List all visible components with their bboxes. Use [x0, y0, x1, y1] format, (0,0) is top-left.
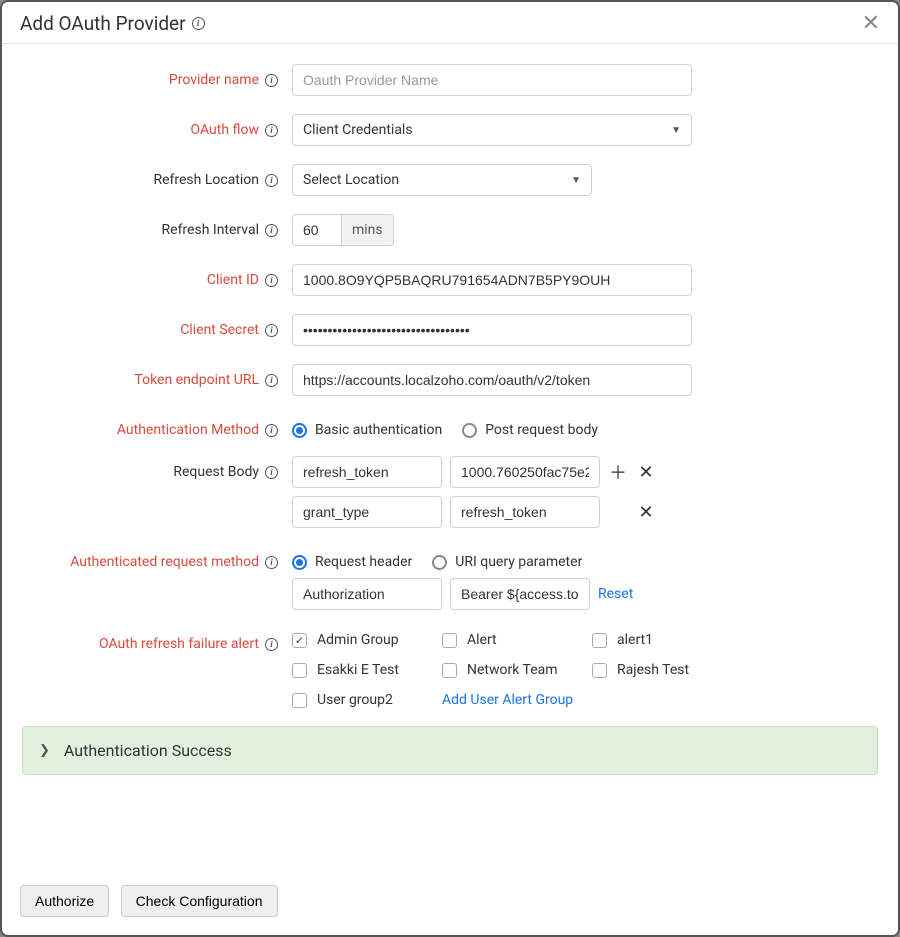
alert-group-label: Esakki E Test	[317, 662, 399, 678]
alert-group-label: Network Team	[467, 662, 558, 678]
alert-group-label: Admin Group	[317, 632, 399, 648]
authentication-success-accordion[interactable]: ❯ Authentication Success	[22, 726, 878, 775]
alert-group-checkbox[interactable]: Network Team	[442, 662, 592, 678]
label-token-endpoint: Token endpoint URL	[134, 372, 259, 388]
alert-group-checkbox[interactable]: Admin Group	[292, 632, 442, 648]
checkbox-icon	[292, 663, 307, 678]
alert-group-checkbox[interactable]: Alert	[442, 632, 592, 648]
checkbox-checked-icon	[292, 633, 307, 648]
accordion-title: Authentication Success	[64, 741, 232, 760]
info-icon[interactable]: i	[265, 274, 278, 287]
provider-name-input[interactable]	[292, 64, 692, 96]
request-body-row: ＋ ✕	[292, 496, 878, 528]
alert-group-checkbox[interactable]: Esakki E Test	[292, 662, 442, 678]
auth-header-key-input[interactable]	[292, 578, 442, 610]
client-id-input[interactable]	[292, 264, 692, 296]
reset-link[interactable]: Reset	[598, 586, 633, 602]
chevron-down-icon: ▼	[671, 125, 681, 136]
alert-group-grid: Admin Group Alert alert1 Esakki E Test	[292, 628, 878, 708]
request-body-value-input[interactable]	[450, 456, 600, 488]
checkbox-icon	[442, 633, 457, 648]
checkbox-icon	[592, 633, 607, 648]
auth-request-query-radio[interactable]: URI query parameter	[432, 554, 582, 570]
info-icon[interactable]: i	[265, 74, 278, 87]
add-user-alert-group-link[interactable]: Add User Alert Group	[442, 692, 573, 708]
auth-request-header-radio[interactable]: Request header	[292, 554, 412, 570]
label-auth-method: Authentication Method	[117, 422, 259, 438]
alert-group-checkbox[interactable]: Rajesh Test	[592, 662, 742, 678]
radio-icon	[462, 423, 477, 438]
info-icon[interactable]: i	[265, 124, 278, 137]
auth-method-post-radio[interactable]: Post request body	[462, 422, 598, 438]
oauth-flow-select[interactable]: Client Credentials ▼	[292, 114, 692, 146]
label-client-id: Client ID	[207, 272, 259, 288]
modal-footer: Authorize Check Configuration	[2, 873, 898, 935]
oauth-flow-value: Client Credentials	[303, 122, 413, 138]
modal-title: Add OAuth Provider i	[20, 12, 205, 35]
alert-group-label: Rajesh Test	[617, 662, 689, 678]
request-body-key-input[interactable]	[292, 456, 442, 488]
request-body-value-input[interactable]	[450, 496, 600, 528]
info-icon[interactable]: i	[265, 224, 278, 237]
label-auth-request-method: Authenticated request method	[70, 554, 259, 570]
auth-method-post-label: Post request body	[485, 422, 598, 438]
info-icon[interactable]: i	[192, 17, 205, 30]
auth-method-basic-label: Basic authentication	[315, 422, 442, 438]
info-icon[interactable]: i	[265, 324, 278, 337]
refresh-location-value: Select Location	[303, 172, 399, 188]
info-icon[interactable]: i	[265, 638, 278, 651]
info-icon[interactable]: i	[265, 556, 278, 569]
request-body-row: ＋ ✕	[292, 456, 878, 488]
info-icon[interactable]: i	[265, 424, 278, 437]
label-refresh-failure-alert: OAuth refresh failure alert	[99, 636, 259, 652]
auth-request-header-label: Request header	[315, 554, 412, 570]
chevron-right-icon: ❯	[39, 743, 50, 758]
request-body-key-input[interactable]	[292, 496, 442, 528]
radio-icon	[432, 555, 447, 570]
token-endpoint-input[interactable]	[292, 364, 692, 396]
check-configuration-button[interactable]: Check Configuration	[121, 885, 278, 917]
checkbox-icon	[292, 693, 307, 708]
label-refresh-interval: Refresh Interval	[162, 222, 259, 238]
label-refresh-location: Refresh Location	[153, 172, 259, 188]
modal-body: Provider name i OAuth flow i Client Cred…	[2, 44, 898, 873]
label-request-body: Request Body	[173, 464, 259, 480]
info-icon[interactable]: i	[265, 174, 278, 187]
modal-title-text: Add OAuth Provider	[20, 12, 186, 35]
alert-group-checkbox[interactable]: alert1	[592, 632, 742, 648]
alert-group-label: alert1	[617, 632, 653, 648]
refresh-interval-input[interactable]	[292, 214, 342, 246]
radio-checked-icon	[292, 423, 307, 438]
label-client-secret: Client Secret	[180, 322, 259, 338]
add-oauth-provider-modal: Add OAuth Provider i ✕ Provider name i O…	[0, 0, 900, 937]
info-icon[interactable]: i	[265, 374, 278, 387]
auth-header-value-input[interactable]	[450, 578, 590, 610]
info-icon[interactable]: i	[265, 466, 278, 479]
auth-request-query-label: URI query parameter	[455, 554, 582, 570]
request-body-rows: ＋ ✕ ＋ ✕	[292, 456, 878, 528]
modal-header: Add OAuth Provider i ✕	[2, 2, 898, 44]
label-provider-name: Provider name	[169, 72, 259, 88]
radio-checked-icon	[292, 555, 307, 570]
remove-row-icon[interactable]: ✕	[636, 462, 656, 483]
remove-row-icon[interactable]: ✕	[636, 502, 656, 523]
label-oauth-flow: OAuth flow	[191, 122, 259, 138]
client-secret-input[interactable]	[292, 314, 692, 346]
alert-group-checkbox[interactable]: User group2	[292, 692, 442, 708]
refresh-location-select[interactable]: Select Location ▼	[292, 164, 592, 196]
alert-group-label: User group2	[317, 692, 393, 708]
authorize-button[interactable]: Authorize	[20, 885, 109, 917]
alert-group-label: Alert	[467, 632, 497, 648]
add-row-icon[interactable]: ＋	[608, 459, 628, 485]
close-icon[interactable]: ✕	[862, 13, 880, 35]
chevron-down-icon: ▼	[571, 175, 581, 186]
auth-method-basic-radio[interactable]: Basic authentication	[292, 422, 442, 438]
checkbox-icon	[592, 663, 607, 678]
checkbox-icon	[442, 663, 457, 678]
refresh-interval-unit: mins	[342, 214, 394, 246]
